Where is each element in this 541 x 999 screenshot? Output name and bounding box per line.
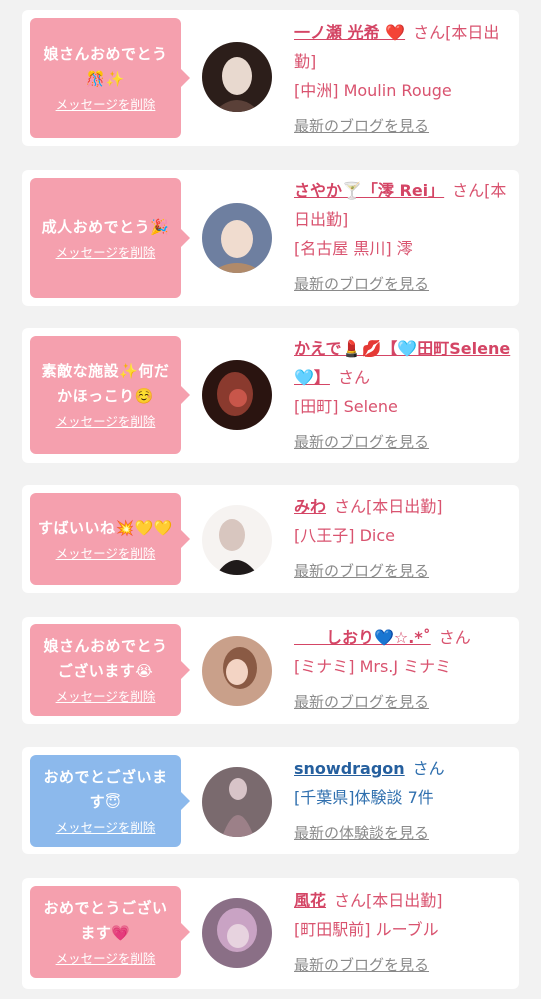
message-bubble: 素敵な施設✨何だかほっこり☺️ メッセージを削除 [30,336,190,454]
avatar[interactable] [202,42,272,112]
message-text: 成人おめでとう🎉 [41,217,170,236]
blog-link[interactable]: 最新のブログを見る [294,688,512,717]
avatar-face [229,389,247,407]
profile-name-link[interactable]: 風花 [294,891,326,910]
avatar[interactable] [202,898,272,968]
shop-name: [田町] Selene [294,397,398,416]
review-count: [千葉県]体験談 7件 [294,788,434,807]
message-card: おめでとございます😇 メッセージを削除 snowdragon さん [千葉県]体験… [22,747,519,854]
blog-link[interactable]: 最新のブログを見る [294,112,512,141]
message-text: すばいいね💥💛💛 [37,518,174,537]
message-text: おめでとうございます💗 [43,899,168,942]
avatar[interactable] [202,636,272,706]
avatar-face [227,924,249,948]
blog-link[interactable]: 最新のブログを見る [294,951,512,980]
blog-link[interactable]: 最新のブログを見る [294,270,512,299]
shop-name: [町田駅前] ルーブル [294,920,439,939]
message-card: 成人おめでとう🎉 メッセージを削除 さやか🍸「澪 Rei」 さん[本日出勤] [名… [22,170,519,306]
message-bubble: 娘さんおめでとう🎊✨ メッセージを削除 [30,18,190,138]
profile-suffix: さん[本日出勤] [334,497,443,516]
delete-message-link[interactable]: メッセージを削除 [56,688,156,706]
message-text: 娘さんおめでとうございます😭 [43,637,168,680]
avatar-face [229,778,247,800]
profile-info: snowdragon さん [千葉県]体験談 7件 最新の体験談を見る [294,754,512,848]
profile-suffix: さん [337,368,370,387]
shop-name: [中洲] Moulin Rouge [294,81,452,100]
delete-message-link[interactable]: メッセージを削除 [56,413,156,431]
message-bubble: 娘さんおめでとうございます😭 メッセージを削除 [30,624,190,716]
profile-info: さやか🍸「澪 Rei」 さん[本日出勤] [名古屋 黒川] 澪 最新のブログを見る [294,176,512,299]
blog-link[interactable]: 最新のブログを見る [294,428,512,457]
avatar[interactable] [202,360,272,430]
message-card: 娘さんおめでとうございます😭 メッセージを削除 しおり💙☆.*˚ さん [ミナミ]… [22,617,519,724]
message-card: すばいいね💥💛💛 メッセージを削除 みわ さん[本日出勤] [八王子] Dice … [22,485,519,593]
delete-message-link[interactable]: メッセージを削除 [56,545,156,563]
message-bubble: おめでとございます😇 メッセージを削除 [30,755,190,847]
avatar-face [222,57,252,95]
delete-message-link[interactable]: メッセージを削除 [56,950,156,968]
message-card: 娘さんおめでとう🎊✨ メッセージを削除 一ノ瀬 光希 ❤️ さん[本日出勤] [中… [22,10,519,146]
message-card: おめでとうございます💗 メッセージを削除 風花 さん[本日出勤] [町田駅前] ル… [22,878,519,989]
profile-suffix: さん[本日出勤] [334,891,443,910]
message-bubble: すばいいね💥💛💛 メッセージを削除 [30,493,190,585]
profile-name-link[interactable]: さやか🍸「澪 Rei」 [294,181,444,200]
avatar[interactable] [202,203,272,273]
profile-info: みわ さん[本日出勤] [八王子] Dice 最新のブログを見る [294,492,512,586]
message-bubble: おめでとうございます💗 メッセージを削除 [30,886,190,978]
profile-info: かえで💄💋【🩵田町Selene🩵】 さん [田町] Selene 最新のブログを見… [294,334,512,457]
avatar-hair [219,519,245,551]
delete-message-link[interactable]: メッセージを削除 [56,244,156,262]
profile-suffix: さん [438,628,471,647]
avatar[interactable] [202,505,272,575]
blog-link[interactable]: 最新のブログを見る [294,557,512,586]
review-link[interactable]: 最新の体験談を見る [294,819,512,848]
avatar-face [221,220,253,258]
shop-name: [八王子] Dice [294,526,395,545]
avatar-face [226,659,248,685]
profile-name-link[interactable]: しおり💙☆.*˚ [294,628,431,647]
delete-message-link[interactable]: メッセージを削除 [56,96,156,114]
message-text: 素敵な施設✨何だかほっこり☺️ [41,362,170,405]
avatar[interactable] [202,767,272,837]
profile-info: しおり💙☆.*˚ さん [ミナミ] Mrs.J ミナミ 最新のブログを見る [294,623,512,717]
delete-message-link[interactable]: メッセージを削除 [56,819,156,837]
profile-name-link[interactable]: 一ノ瀬 光希 ❤️ [294,23,405,42]
profile-suffix: さん [412,759,445,778]
shop-name: [ミナミ] Mrs.J ミナミ [294,657,452,676]
profile-info: 一ノ瀬 光希 ❤️ さん[本日出勤] [中洲] Moulin Rouge 最新のブ… [294,18,512,141]
message-bubble: 成人おめでとう🎉 メッセージを削除 [30,178,190,298]
profile-info: 風花 さん[本日出勤] [町田駅前] ルーブル 最新のブログを見る [294,886,512,980]
message-text: おめでとございます😇 [43,768,168,811]
shop-name: [名古屋 黒川] 澪 [294,239,413,258]
message-text: 娘さんおめでとう🎊✨ [43,45,168,88]
profile-name-link[interactable]: みわ [294,497,326,516]
message-card: 素敵な施設✨何だかほっこり☺️ メッセージを削除 かえで💄💋【🩵田町Selene… [22,328,519,463]
profile-name-link[interactable]: かえで💄💋【🩵田町Selene🩵】 [294,339,510,387]
profile-name-link[interactable]: snowdragon [294,759,405,778]
